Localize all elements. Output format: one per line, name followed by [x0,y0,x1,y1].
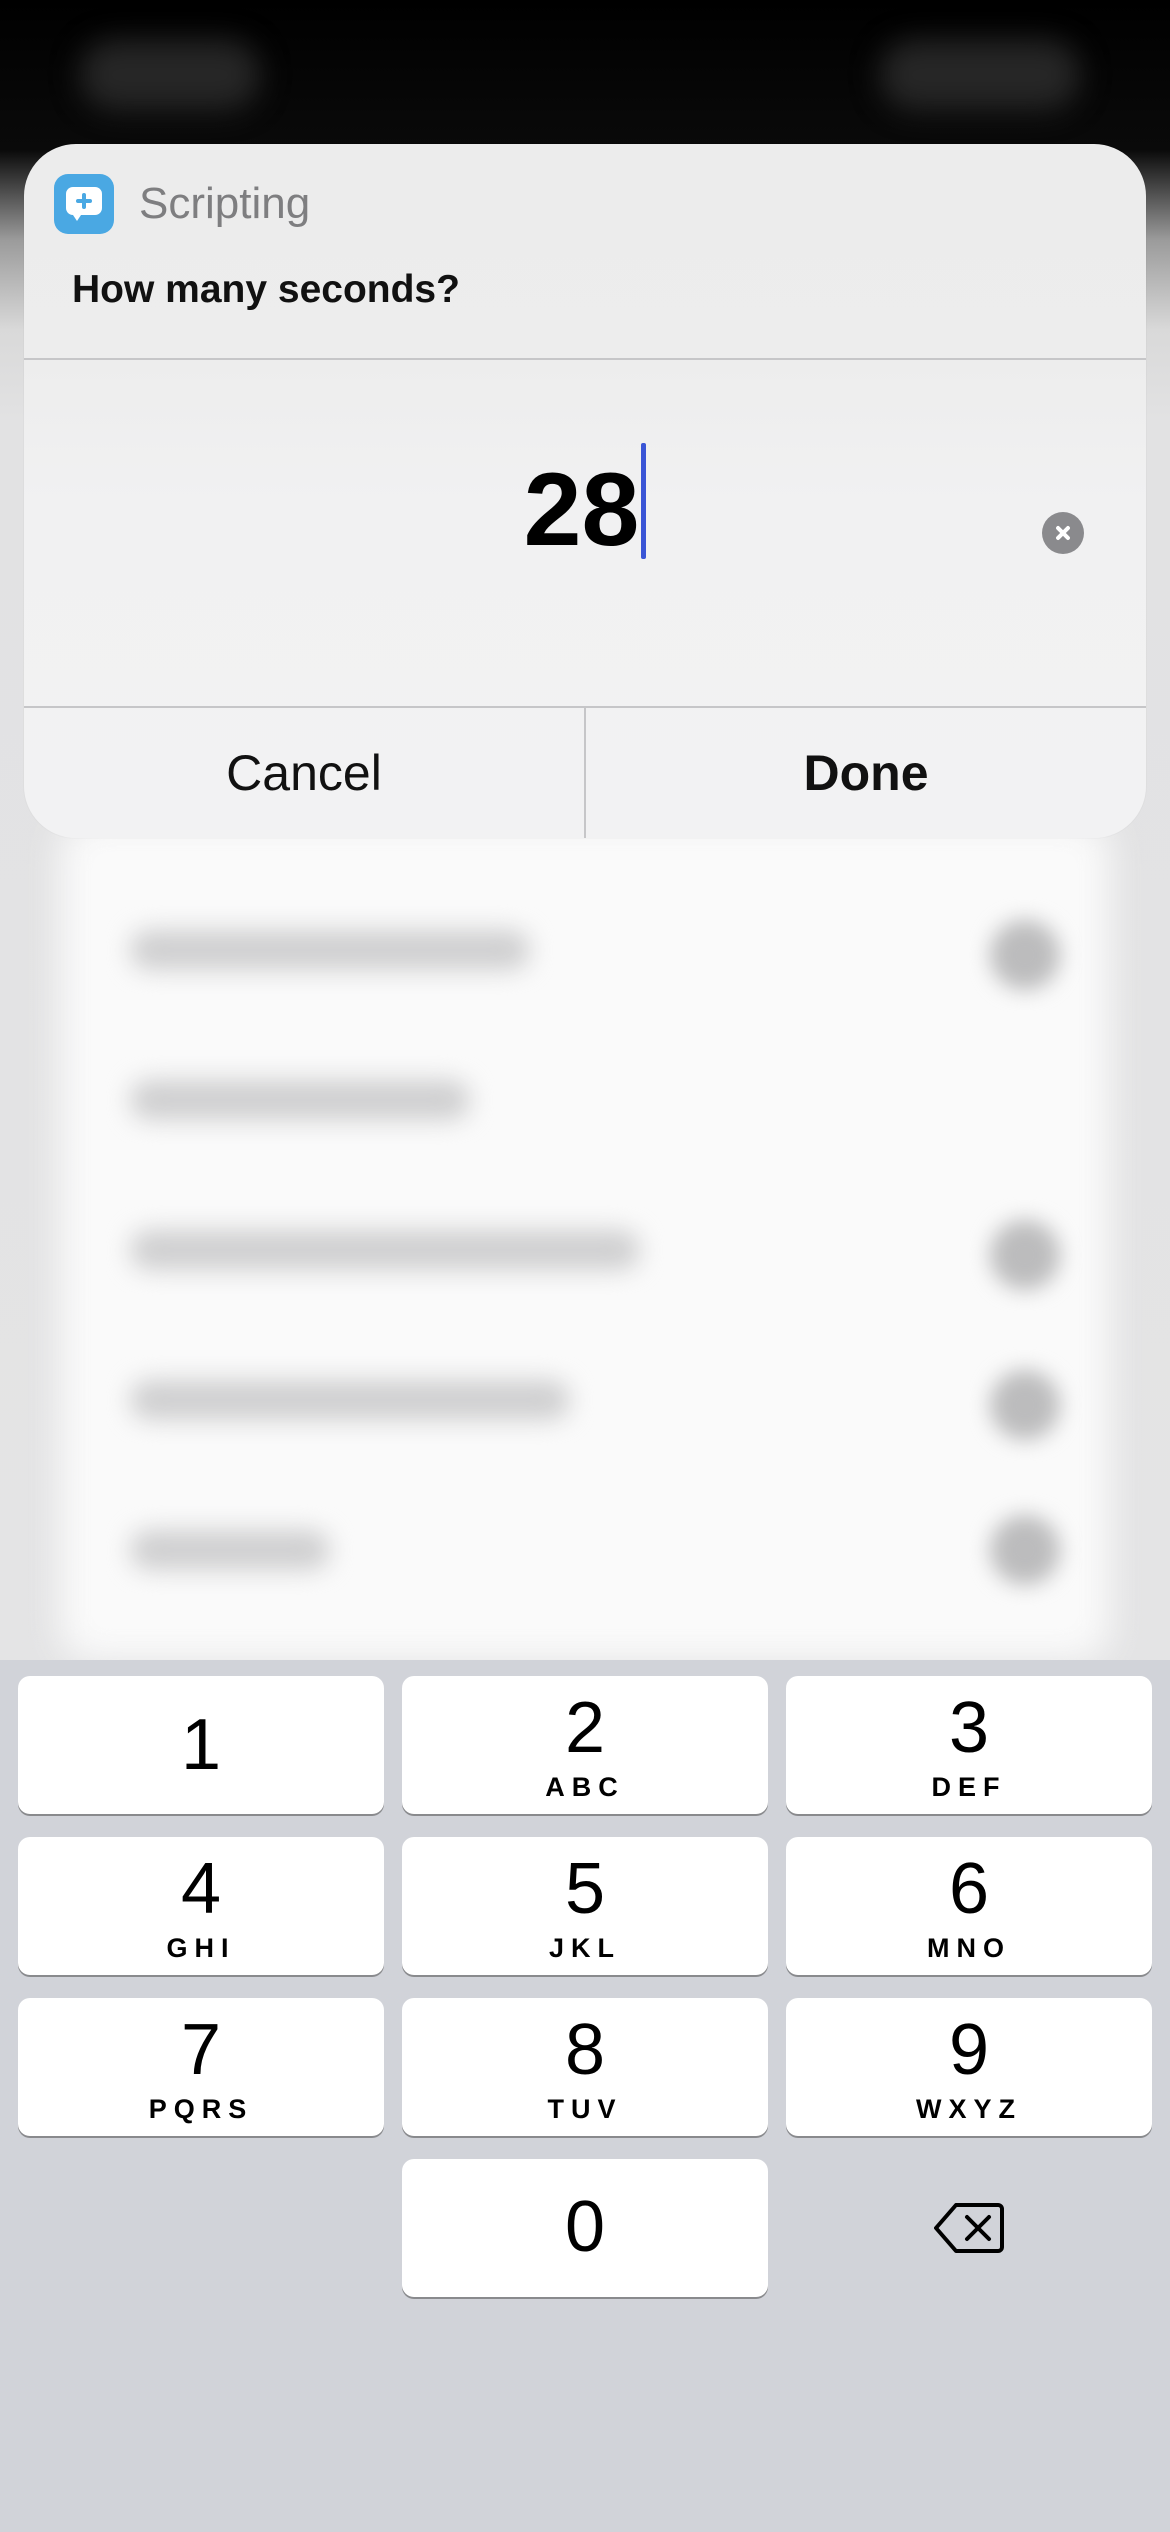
blurred-list-row [130,930,530,970]
blurred-list-dot [990,1515,1060,1585]
blurred-status-item [880,40,1080,110]
key-digit: 4 [180,1849,222,1929]
scripting-app-icon [54,174,114,234]
input-value-container[interactable]: 28 [24,440,1146,580]
blurred-list-dot [990,920,1060,990]
cancel-button[interactable]: Cancel [24,708,584,838]
blurred-list-row [130,1230,640,1270]
done-button[interactable]: Done [586,708,1146,838]
key-letters: DEF [931,1772,1007,1802]
key-1[interactable]: 1 [18,1676,384,1814]
text-caret [641,443,647,559]
key-digit: 3 [948,1688,990,1768]
key-4[interactable]: 4 GHI [18,1837,384,1975]
plus-icon-vertical [82,193,86,209]
key-letters: MNO [927,1933,1011,1963]
chat-bubble-tail [71,212,83,221]
key-9[interactable]: 9 WXYZ [786,1998,1152,2136]
blurred-list-row [130,1080,470,1120]
blurred-list-row [130,1380,570,1420]
key-letters: WXYZ [916,2094,1022,2124]
blurred-list-dot [990,1220,1060,1290]
key-digit: 8 [564,2010,606,2090]
key-digit: 1 [180,1705,222,1785]
blurred-status-item [80,40,260,110]
backspace-icon [934,2203,1004,2253]
key-letters: JKL [548,1933,621,1963]
input-alert-dialog: Scripting How many seconds? 28 Cancel Do… [24,144,1146,838]
key-letters: ABC [545,1772,625,1802]
seconds-input-field[interactable]: 28 [24,360,1146,706]
key-2[interactable]: 2 ABC [402,1676,768,1814]
key-letters: TUV [547,2094,623,2124]
key-6[interactable]: 6 MNO [786,1837,1152,1975]
app-name: Scripting [139,179,311,228]
key-digit: 6 [948,1849,990,1929]
key-letters: GHI [166,1933,236,1963]
key-digit: 5 [564,1849,606,1929]
key-5[interactable]: 5 JKL [402,1837,768,1975]
alert-header: Scripting How many seconds? [24,144,1146,359]
blurred-list-dot [990,1370,1060,1440]
alert-prompt: How many seconds? [72,268,460,311]
key-digit: 2 [564,1688,606,1768]
key-3[interactable]: 3 DEF [786,1676,1152,1814]
clear-circle-icon[interactable] [1042,512,1084,554]
delete-key[interactable] [786,2159,1152,2297]
key-digit: 0 [564,2187,606,2267]
key-digit: 7 [180,2010,222,2090]
key-8[interactable]: 8 TUV [402,1998,768,2136]
key-7[interactable]: 7 PQRS [18,1998,384,2136]
key-digit: 9 [948,2010,990,2090]
key-0[interactable]: 0 [402,2159,768,2297]
key-letters: PQRS [148,2094,254,2124]
input-value: 28 [523,452,640,568]
blurred-list-row [130,1530,330,1570]
numeric-keypad: 1 2 ABC 3 DEF 4 GHI 5 JKL 6 MNO 7 PQRS 8… [0,1660,1170,2532]
